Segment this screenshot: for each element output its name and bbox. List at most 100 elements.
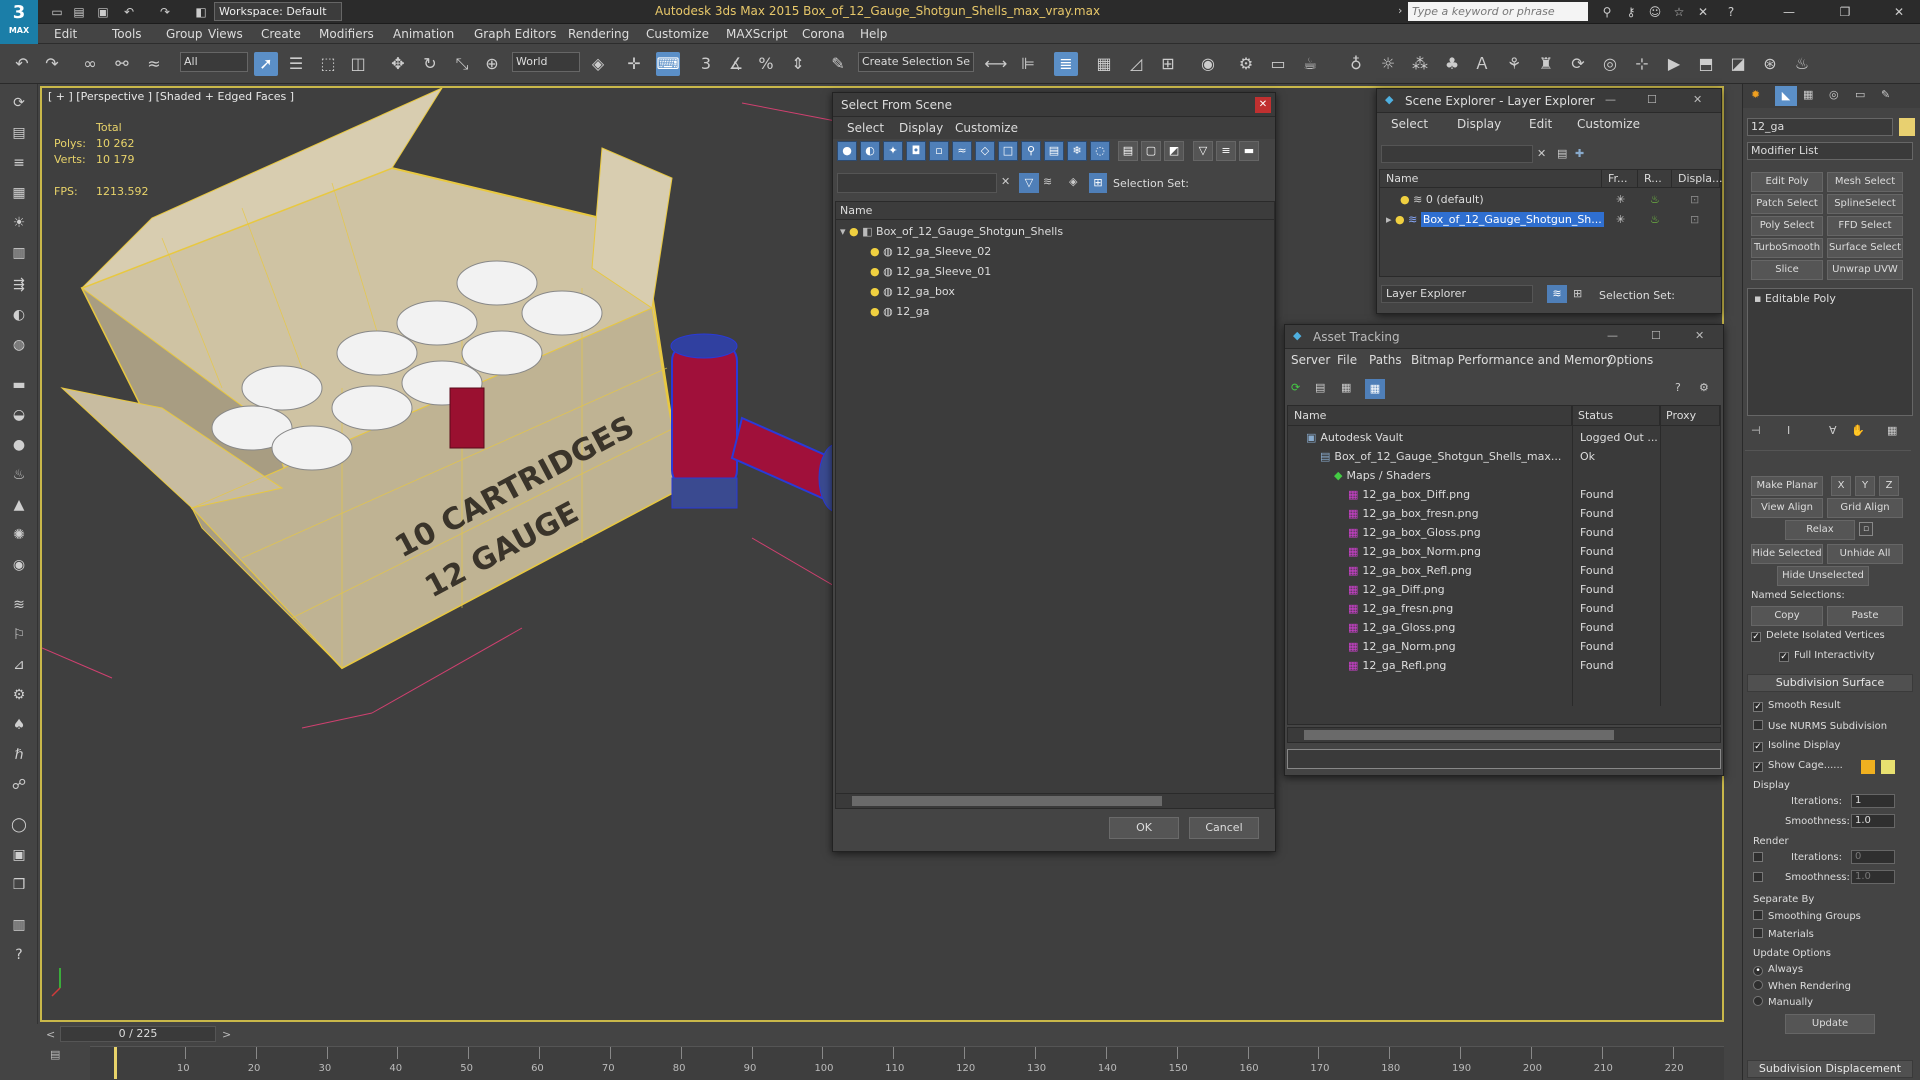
- help-icon[interactable]: ?: [1722, 3, 1740, 21]
- schematic-icon[interactable]: ▦: [8, 182, 30, 204]
- object-name-field[interactable]: 12_ga: [1747, 118, 1893, 136]
- mini-curve-editor-icon[interactable]: ▤: [50, 1048, 60, 1061]
- keyboard-shortcut-override-icon[interactable]: ⌨: [656, 52, 680, 76]
- film-icon[interactable]: ◍: [8, 334, 30, 356]
- percent-snap-icon[interactable]: %: [754, 52, 778, 76]
- hierarchy-tab-icon[interactable]: ▦: [1803, 88, 1813, 101]
- refresh-icon[interactable]: ⟳: [1566, 52, 1590, 76]
- filter-hidden-icon[interactable]: ◌: [1090, 141, 1110, 161]
- collapse-icon[interactable]: ▬: [1239, 141, 1259, 161]
- menu-animation[interactable]: Animation: [393, 27, 454, 41]
- unhide-all-button[interactable]: Unhide All: [1827, 544, 1903, 564]
- unlink-icon[interactable]: ⚯: [110, 52, 134, 76]
- filter-lights-icon[interactable]: ✦: [883, 141, 903, 161]
- sound-icon[interactable]: ◐: [8, 304, 30, 326]
- se-col-render[interactable]: R...: [1638, 170, 1672, 188]
- at-col-status[interactable]: Status: [1572, 406, 1660, 426]
- menu-create[interactable]: Create: [261, 27, 301, 41]
- hide-unselected-button[interactable]: Hide Unselected: [1777, 566, 1869, 586]
- sun-light-icon[interactable]: ✺: [8, 524, 30, 546]
- grid-align-button[interactable]: Grid Align: [1827, 498, 1903, 518]
- se-menu-edit[interactable]: Edit: [1529, 117, 1552, 131]
- poly-select-button[interactable]: Poly Select: [1751, 216, 1823, 236]
- at-col-proxy[interactable]: Proxy Resc: [1660, 406, 1720, 426]
- asset-row[interactable]: ▣ Autodesk Vault Logged Out ...: [1288, 428, 1720, 447]
- layer-row[interactable]: ▸ ● ≋ Box_of_12_Gauge_Shotgun_Sh... ✳ ♨ …: [1380, 210, 1720, 229]
- angle-snap-icon[interactable]: ∡: [724, 52, 748, 76]
- utilities-tab-icon[interactable]: ✎: [1881, 88, 1890, 101]
- slice-button[interactable]: Slice: [1751, 260, 1823, 280]
- cube-icon[interactable]: ◪: [1726, 52, 1750, 76]
- minimize-icon[interactable]: —: [1780, 3, 1798, 21]
- help-icon[interactable]: ?: [1675, 381, 1681, 394]
- spinner-snap-icon[interactable]: ⇕: [786, 52, 810, 76]
- surface-select-button[interactable]: Surface Select: [1827, 238, 1903, 258]
- delete-isolated-checkbox[interactable]: ✓ Delete Isolated Vertices: [1751, 630, 1885, 642]
- at-menu-bitmap-performance[interactable]: Bitmap Performance and Memory: [1411, 353, 1613, 367]
- always-radio[interactable]: • Always: [1753, 964, 1803, 976]
- reference-coord-dropdown[interactable]: World: [512, 52, 580, 72]
- new-file-icon[interactable]: ▭: [48, 3, 66, 21]
- copy-button[interactable]: Copy: [1751, 606, 1823, 626]
- create-tab-icon[interactable]: ✹: [1751, 88, 1760, 101]
- clear-search-icon[interactable]: ✕: [1001, 175, 1010, 188]
- curve-editor-icon[interactable]: ◿: [1124, 52, 1148, 76]
- filter-helpers-icon[interactable]: ▫: [929, 141, 949, 161]
- layer-mode-icon[interactable]: ≋: [1547, 285, 1567, 303]
- select-object-icon[interactable]: ➚: [254, 52, 278, 76]
- asset-row[interactable]: ▦ 12_ga_Norm.png Found: [1288, 637, 1720, 656]
- turbosmooth-button[interactable]: TurboSmooth: [1751, 238, 1823, 258]
- sun-icon[interactable]: ☼: [1376, 52, 1400, 76]
- minimize-icon[interactable]: —: [1605, 93, 1616, 106]
- relax-settings-icon[interactable]: ▫: [1859, 522, 1873, 536]
- filter-cameras-icon[interactable]: ◘: [906, 141, 926, 161]
- menu-maxscript[interactable]: MAXScript: [726, 27, 788, 41]
- make-unique-icon[interactable]: ∀: [1829, 424, 1837, 437]
- asset-row[interactable]: ▤ Box_of_12_Gauge_Shotgun_Shells_max... Ok: [1288, 447, 1720, 466]
- display-tab-icon[interactable]: ▭: [1855, 88, 1865, 101]
- dialog-menu-customize[interactable]: Customize: [955, 121, 1018, 135]
- open-file-icon[interactable]: ▤: [70, 3, 88, 21]
- new-layer-icon[interactable]: ▤: [1557, 147, 1567, 160]
- redo-icon[interactable]: ↷: [156, 3, 174, 21]
- exchange-icon[interactable]: ✕: [1694, 3, 1712, 21]
- close-window-icon[interactable]: ✕: [1890, 3, 1908, 21]
- table-view-icon[interactable]: ▦: [1365, 379, 1385, 399]
- lamp-icon[interactable]: ♜: [1534, 52, 1558, 76]
- layer-row[interactable]: ● ≋ 0 (default) ✳ ♨ ⊡: [1380, 190, 1720, 209]
- spline-select-button[interactable]: SplineSelect: [1827, 194, 1903, 214]
- modifier-list-dropdown[interactable]: Modifier List: [1747, 142, 1913, 160]
- layers-toggle-icon[interactable]: ≋: [1043, 175, 1052, 188]
- maximize-icon[interactable]: ☐: [1651, 329, 1661, 342]
- thumbnail-icon[interactable]: ▦: [1341, 381, 1351, 394]
- se-menu-customize[interactable]: Customize: [1577, 117, 1640, 131]
- asset-row[interactable]: ▦ 12_ga_box_Diff.png Found: [1288, 485, 1720, 504]
- camera-icon[interactable]: ◎: [1598, 52, 1622, 76]
- script-icon[interactable]: ▥: [8, 914, 30, 936]
- filter-xrefs-icon[interactable]: □: [998, 141, 1018, 161]
- star-icon[interactable]: ☆: [1670, 3, 1688, 21]
- se-menu-display[interactable]: Display: [1457, 117, 1501, 131]
- table-icon[interactable]: ▥: [8, 242, 30, 264]
- planar-x-button[interactable]: X: [1831, 476, 1851, 496]
- pyramid-icon[interactable]: ▲: [8, 494, 30, 516]
- display-iterations-spinner[interactable]: 1: [1851, 794, 1895, 808]
- close-icon[interactable]: ✕: [1255, 97, 1271, 113]
- maximize-icon[interactable]: ☐: [1647, 93, 1657, 106]
- render-teapot-icon[interactable]: ♨: [1650, 190, 1660, 209]
- hide-selected-button[interactable]: Hide Selected: [1751, 544, 1823, 564]
- planar-z-button[interactable]: Z: [1879, 476, 1899, 496]
- use-nurms-checkbox[interactable]: Use NURMS Subdivision: [1753, 720, 1887, 732]
- render-production-icon[interactable]: ☕: [1298, 52, 1322, 76]
- freeze-icon[interactable]: ✳: [1616, 190, 1625, 209]
- se-col-freeze[interactable]: Fr...: [1602, 170, 1638, 188]
- se-col-display[interactable]: Displa...: [1672, 170, 1723, 188]
- configure-sets-icon[interactable]: ▦: [1887, 424, 1897, 437]
- asset-row[interactable]: ▦ 12_ga_box_Norm.png Found: [1288, 542, 1720, 561]
- unwrap-uvw-button[interactable]: Unwrap UVW: [1827, 260, 1903, 280]
- render-iterations-checkbox[interactable]: [1753, 852, 1768, 864]
- schematic-view-icon[interactable]: ⊞: [1156, 52, 1180, 76]
- menu-corona[interactable]: Corona: [802, 27, 845, 41]
- dialog-menu-display[interactable]: Display: [899, 121, 943, 135]
- particle-icon[interactable]: ⁂: [1408, 52, 1432, 76]
